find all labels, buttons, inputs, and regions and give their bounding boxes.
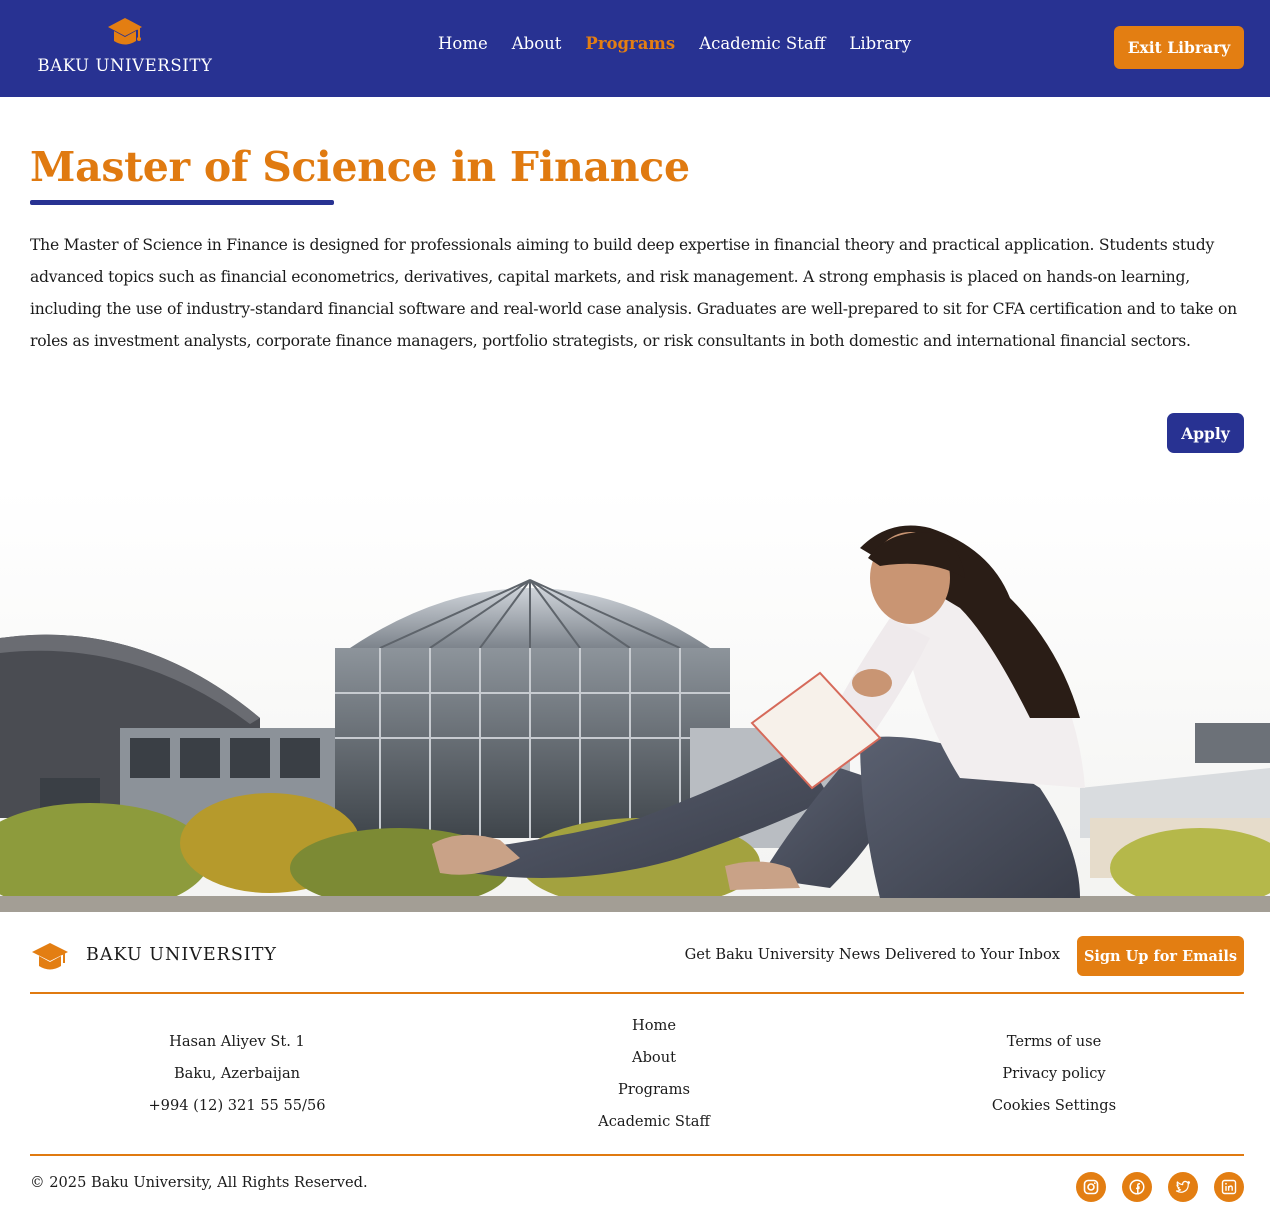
- exit-library-button[interactable]: Exit Library: [1114, 26, 1244, 69]
- copyright-text: © 2025 Baku University, All Rights Reser…: [30, 1174, 368, 1191]
- twitter-icon: [1175, 1180, 1191, 1193]
- privacy-policy-link[interactable]: Privacy policy: [954, 1058, 1154, 1090]
- footer-logo-text: BAKU UNIVERSITY: [86, 945, 277, 965]
- campus-hero-image: [0, 488, 1270, 912]
- cookies-settings-link[interactable]: Cookies Settings: [954, 1090, 1154, 1122]
- university-logo[interactable]: BAKU UNIVERSITY: [30, 16, 220, 78]
- instagram-icon: [1083, 1179, 1099, 1195]
- student-reading-campus-illustration: [0, 488, 1270, 912]
- footer-link-about[interactable]: About: [554, 1042, 754, 1074]
- nav-library[interactable]: Library: [849, 34, 911, 60]
- facebook-icon: [1129, 1179, 1145, 1195]
- footer-address: Hasan Aliyev St. 1 Baku, Azerbaijan +994…: [137, 1026, 337, 1122]
- terms-of-use-link[interactable]: Terms of use: [954, 1026, 1154, 1058]
- linkedin-link[interactable]: [1214, 1172, 1244, 1202]
- graduation-cap-icon: [108, 18, 142, 45]
- footer-legal: Terms of use Privacy policy Cookies Sett…: [954, 1026, 1154, 1122]
- nav-home[interactable]: Home: [438, 34, 488, 60]
- footer-link-academic-staff[interactable]: Academic Staff: [554, 1106, 754, 1138]
- footer-link-home[interactable]: Home: [554, 1010, 754, 1042]
- site-header: BAKU UNIVERSITY Home About Programs Acad…: [0, 0, 1270, 97]
- address-city: Baku, Azerbaijan: [173, 1065, 301, 1082]
- address-street: Hasan Aliyev St. 1: [169, 1033, 305, 1050]
- twitter-link[interactable]: [1168, 1172, 1198, 1202]
- graduation-cap-icon: [32, 943, 68, 970]
- program-description: The Master of Science in Finance is desi…: [30, 236, 1237, 350]
- sign-up-emails-button[interactable]: Sign Up for Emails: [1077, 936, 1244, 976]
- footer-links: Home About Programs Academic Staff: [554, 1010, 754, 1138]
- footer-logo[interactable]: BAKU UNIVERSITY: [30, 938, 290, 976]
- logo-text: BAKU UNIVERSITY: [37, 56, 213, 75]
- newsletter-text: Get Baku University News Delivered to Yo…: [684, 946, 1060, 963]
- nav-programs[interactable]: Programs: [585, 34, 675, 60]
- title-underline: [30, 200, 334, 205]
- page-title: Master of Science in Finance: [30, 143, 690, 191]
- main-navigation: Home About Programs Academic Staff Libra…: [438, 34, 911, 60]
- instagram-link[interactable]: [1076, 1172, 1106, 1202]
- nav-about[interactable]: About: [512, 34, 562, 60]
- apply-button[interactable]: Apply: [1167, 413, 1244, 453]
- footer-divider-top: [30, 992, 1244, 994]
- facebook-link[interactable]: [1122, 1172, 1152, 1202]
- nav-academic-staff[interactable]: Academic Staff: [699, 34, 825, 60]
- footer-link-programs[interactable]: Programs: [554, 1074, 754, 1106]
- footer-divider-bottom: [30, 1154, 1244, 1156]
- address-phone: +994 (12) 321 55 55/56: [148, 1097, 326, 1114]
- linkedin-icon: [1221, 1179, 1237, 1195]
